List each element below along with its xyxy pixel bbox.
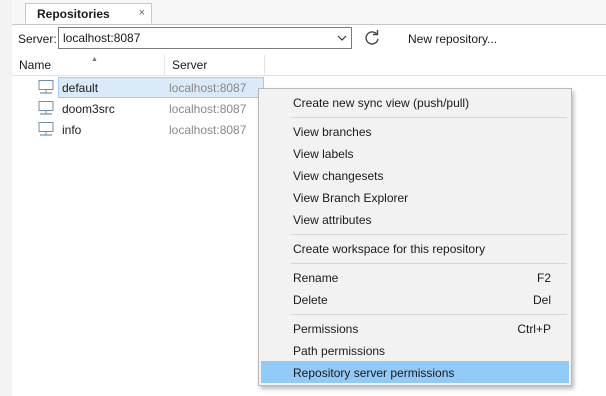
- menu-item-label: View attributes: [293, 213, 372, 227]
- menu-item-create-sync-view[interactable]: Create new sync view (push/pull): [261, 91, 569, 113]
- server-input[interactable]: [61, 30, 335, 46]
- column-header: Name ▲ Server: [12, 55, 606, 76]
- server-label: Server:: [18, 32, 57, 46]
- server-combo[interactable]: [58, 27, 352, 49]
- menu-item-label: View changesets: [293, 169, 384, 183]
- menu-item-view-labels[interactable]: View labels: [261, 142, 569, 164]
- menu-item-shortcut: Ctrl+P: [517, 322, 551, 336]
- menu-item-permissions[interactable]: Permissions Ctrl+P: [261, 317, 569, 339]
- row-server: localhost:8087: [169, 123, 247, 137]
- menu-item-label: Permissions: [293, 322, 359, 336]
- chevron-down-icon[interactable]: [336, 32, 348, 44]
- menu-item-label: Rename: [293, 271, 339, 285]
- monitor-icon: [38, 80, 54, 94]
- menu-item-view-branch-explorer[interactable]: View Branch Explorer: [261, 186, 569, 208]
- menu-item-delete[interactable]: Delete Del: [261, 288, 569, 310]
- menu-item-repository-server-permissions[interactable]: Repository server permissions: [261, 361, 569, 383]
- menu-item-label: View labels: [293, 147, 354, 161]
- menu-item-shortcut: F2: [536, 271, 551, 285]
- menu-item-label: Delete: [293, 293, 328, 307]
- menu-item-label: Path permissions: [293, 344, 386, 358]
- menu-separator: [291, 117, 567, 118]
- menu-item-view-attributes[interactable]: View attributes: [261, 208, 569, 230]
- menu-separator: [291, 234, 567, 235]
- monitor-icon: [38, 101, 54, 115]
- menu-item-label: Create new sync view (push/pull): [293, 96, 470, 110]
- close-icon[interactable]: ×: [139, 7, 145, 19]
- column-server-label: Server: [172, 58, 208, 72]
- menu-item-label: Create workspace for this repository: [293, 242, 486, 256]
- row-server: localhost:8087: [169, 81, 247, 95]
- menu-item-create-workspace[interactable]: Create workspace for this repository: [261, 237, 569, 259]
- column-name[interactable]: Name ▲: [12, 55, 165, 75]
- row-name: default: [62, 81, 99, 95]
- menu-item-shortcut: Del: [532, 293, 551, 307]
- menu-item-label: Repository server permissions: [293, 366, 455, 380]
- sort-ascending-icon: ▲: [91, 56, 98, 63]
- menu-item-view-branches[interactable]: View branches: [261, 120, 569, 142]
- menu-item-path-permissions[interactable]: Path permissions: [261, 339, 569, 361]
- server-toolbar: Server: New repository...: [12, 24, 606, 52]
- column-server[interactable]: Server: [165, 55, 265, 75]
- menu-item-view-changesets[interactable]: View changesets: [261, 164, 569, 186]
- menu-item-rename[interactable]: Rename F2: [261, 266, 569, 288]
- row-name: doom3src: [62, 102, 115, 116]
- menu-item-label: View branches: [293, 125, 372, 139]
- left-strip: [0, 0, 12, 396]
- monitor-icon: [38, 122, 54, 136]
- menu-separator: [291, 314, 567, 315]
- column-name-label: Name: [19, 58, 52, 72]
- menu-separator: [291, 263, 567, 264]
- row-server: localhost:8087: [169, 102, 247, 116]
- new-repository-button[interactable]: New repository...: [408, 32, 497, 46]
- menu-item-label: View Branch Explorer: [293, 191, 409, 205]
- row-name: info: [62, 123, 82, 137]
- tab-label: Repositories: [37, 7, 110, 21]
- context-menu: Create new sync view (push/pull) View br…: [258, 88, 572, 386]
- refresh-icon[interactable]: [362, 28, 382, 48]
- tab-repositories[interactable]: Repositories ×: [25, 3, 152, 24]
- tab-bar: Repositories ×: [12, 0, 606, 25]
